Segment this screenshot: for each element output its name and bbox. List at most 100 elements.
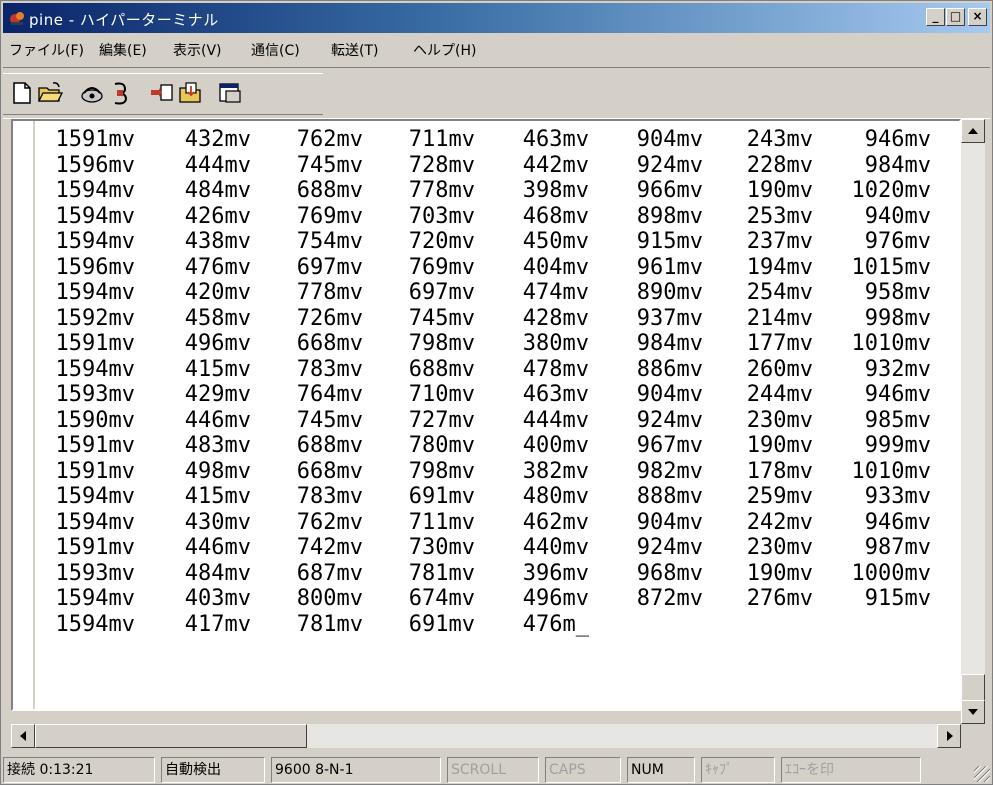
menu-edit[interactable]: 編集(E) bbox=[99, 40, 147, 60]
terminal-cell: 417mv bbox=[184, 611, 251, 637]
minimize-button[interactable]: _ bbox=[926, 8, 945, 26]
terminal-cell: 480mv bbox=[522, 484, 589, 509]
arrow-right-icon bbox=[947, 731, 953, 741]
terminal-cell: 474mv bbox=[522, 280, 589, 305]
terminal-cell: 783mv bbox=[296, 484, 363, 509]
terminal-cell: 726mv bbox=[296, 305, 363, 331]
terminal-row: 1593mv 484mv 687mv 781mv 396mv 968mv 190mv 1000… bbox=[43, 561, 953, 587]
terminal-cell: 764mv bbox=[296, 382, 363, 407]
terminal-cell: 691mv bbox=[408, 611, 475, 637]
terminal-cell: 429mv bbox=[184, 382, 251, 407]
terminal-cell: 668mv bbox=[296, 458, 363, 484]
terminal-cell: 967mv bbox=[636, 433, 703, 458]
terminal-cell: 458mv bbox=[184, 305, 251, 331]
scroll-down-button[interactable] bbox=[961, 700, 985, 724]
terminal-cell: 1591mv bbox=[55, 331, 135, 356]
disconnect-icon[interactable] bbox=[107, 80, 133, 106]
properties-icon[interactable] bbox=[217, 80, 243, 106]
title-bar[interactable]: pine - ハイパーターミナル _ □ × bbox=[3, 3, 990, 33]
terminal-cell: 243mv bbox=[746, 127, 813, 152]
menu-view[interactable]: 表示(V) bbox=[173, 40, 222, 60]
resize-grip-icon[interactable] bbox=[974, 766, 990, 782]
scroll-right-button[interactable] bbox=[937, 724, 961, 748]
terminal-screen[interactable]: 1591mv 432mv 762mv 711mv 463mv 904mv 243mv 946m… bbox=[11, 119, 961, 711]
terminal-cell: 444mv bbox=[522, 407, 589, 433]
terminal-cell: 946mv bbox=[864, 382, 931, 407]
terminal-cell: 1591mv bbox=[55, 433, 135, 458]
terminal-row: 1594mv 417mv 781mv 691mv 476m_ bbox=[43, 612, 953, 638]
terminal-cell: 762mv bbox=[296, 509, 363, 535]
terminal-cell: 190mv bbox=[746, 560, 813, 586]
status-connection-time: 接続 0:13:21 bbox=[3, 757, 155, 783]
horizontal-scroll-thumb[interactable] bbox=[35, 724, 307, 748]
terminal-cell: 396mv bbox=[522, 560, 589, 586]
terminal-cell: 446mv bbox=[184, 407, 251, 433]
terminal-row: 1593mv 429mv 764mv 710mv 463mv 904mv 244mv 946m… bbox=[43, 382, 953, 408]
terminal-cell: 898mv bbox=[636, 203, 703, 229]
terminal-cell: 253mv bbox=[746, 203, 813, 229]
maximize-button[interactable]: □ bbox=[946, 8, 965, 26]
terminal-cell: 462mv bbox=[522, 509, 589, 535]
terminal-cell: 194mv bbox=[746, 254, 813, 280]
terminal-cell: 478mv bbox=[522, 356, 589, 382]
arrow-up-icon bbox=[968, 128, 978, 134]
terminal-cell: 484mv bbox=[184, 560, 251, 586]
terminal-cell: 483mv bbox=[184, 433, 251, 458]
terminal-cell: 778mv bbox=[408, 178, 475, 203]
menu-call[interactable]: 通信(C) bbox=[251, 40, 300, 60]
vertical-scrollbar[interactable] bbox=[961, 119, 985, 724]
terminal-cell: 674mv bbox=[408, 586, 475, 611]
terminal-cell: 450mv bbox=[522, 229, 589, 254]
menu-help[interactable]: ヘルプ(H) bbox=[413, 40, 476, 60]
terminal-cell: 1596mv bbox=[55, 254, 135, 280]
terminal-cell: 468mv bbox=[522, 203, 589, 229]
hyperterminal-app-icon[interactable] bbox=[9, 10, 25, 26]
terminal-cell: 687mv bbox=[296, 560, 363, 586]
terminal-cell: 668mv bbox=[296, 331, 363, 356]
status-num: NUM bbox=[627, 757, 695, 783]
terminal-cell: 1591mv bbox=[55, 535, 135, 560]
terminal-cell: 237mv bbox=[746, 229, 813, 254]
terminal-cell: 762mv bbox=[296, 127, 363, 152]
terminal-cell: 276mv bbox=[746, 586, 813, 611]
terminal-cell: 781mv bbox=[408, 560, 475, 586]
terminal-cell: 1594mv bbox=[55, 611, 135, 637]
terminal-cell: 380mv bbox=[522, 331, 589, 356]
terminal-cell: 259mv bbox=[746, 484, 813, 509]
scroll-left-button[interactable] bbox=[11, 724, 35, 748]
terminal-cell: 1010mv bbox=[851, 458, 931, 484]
terminal-cell: 940mv bbox=[864, 203, 931, 229]
menu-transfer[interactable]: 転送(T) bbox=[331, 40, 378, 60]
arrow-left-icon bbox=[20, 731, 26, 741]
terminal-cell: 691mv bbox=[408, 484, 475, 509]
terminal-row: 1591mv 496mv 668mv 798mv 380mv 984mv 177mv 1010… bbox=[43, 331, 953, 357]
new-icon[interactable] bbox=[9, 80, 35, 106]
terminal-cell: 958mv bbox=[864, 280, 931, 305]
terminal-cell: 711mv bbox=[408, 509, 475, 535]
close-button[interactable]: × bbox=[968, 8, 987, 26]
terminal-cell: 1593mv bbox=[55, 382, 135, 407]
terminal-cell: 783mv bbox=[296, 356, 363, 382]
vertical-scroll-thumb[interactable] bbox=[961, 674, 985, 702]
scroll-up-button[interactable] bbox=[961, 119, 985, 143]
terminal-cell: 886mv bbox=[636, 356, 703, 382]
horizontal-scrollbar[interactable] bbox=[11, 724, 961, 748]
terminal-cell: 415mv bbox=[184, 484, 251, 509]
send-icon[interactable] bbox=[149, 80, 175, 106]
menu-file[interactable]: ファイル(F) bbox=[9, 40, 84, 60]
terminal-cell: 442mv bbox=[522, 152, 589, 178]
terminal-cell: 987mv bbox=[864, 535, 931, 560]
terminal-row: 1591mv 432mv 762mv 711mv 463mv 904mv 243mv 946m… bbox=[43, 127, 953, 153]
terminal-row: 1594mv 484mv 688mv 778mv 398mv 966mv 190mv 1020… bbox=[43, 178, 953, 204]
receive-icon[interactable] bbox=[177, 80, 203, 106]
status-detect: 自動検出 bbox=[161, 757, 265, 783]
terminal-cell: 1592mv bbox=[55, 305, 135, 331]
open-icon[interactable] bbox=[37, 80, 63, 106]
toolbar bbox=[3, 67, 990, 119]
terminal-cell: 688mv bbox=[296, 178, 363, 203]
terminal-cell: 1596mv bbox=[55, 152, 135, 178]
connect-icon[interactable] bbox=[79, 80, 105, 106]
terminal-cell: 720mv bbox=[408, 229, 475, 254]
terminal-row: 1594mv 403mv 800mv 674mv 496mv 872mv 276mv 915m… bbox=[43, 586, 953, 612]
terminal-cell: 904mv bbox=[636, 382, 703, 407]
